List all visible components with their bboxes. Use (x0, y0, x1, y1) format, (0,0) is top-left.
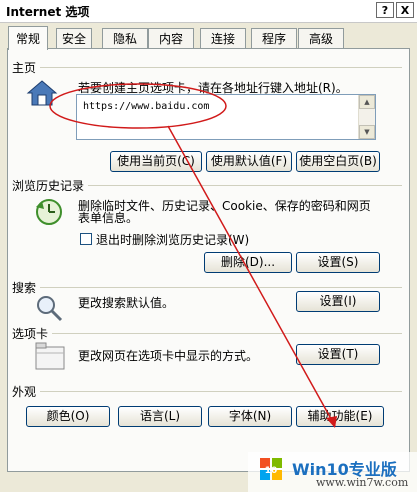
appearance-section-title: 外观 (12, 383, 41, 400)
watermark-logo-text: 10 (265, 466, 278, 476)
tab-general[interactable]: 常规 (8, 26, 48, 50)
tab-privacy[interactable]: 隐私 (102, 28, 148, 48)
magnifier-icon (37, 296, 63, 322)
home-icon (26, 80, 58, 106)
tabs-section-title: 选项卡 (12, 325, 53, 342)
homepage-section-title: 主页 (12, 59, 41, 76)
history-clock-icon (36, 199, 62, 225)
use-default-button[interactable]: 使用默认值(F) (206, 151, 292, 172)
site-watermark: 10 Win10专业版 www.win7w.com (248, 452, 417, 492)
tabbed-window-icon (35, 342, 65, 370)
tab-advanced[interactable]: 高级 (298, 28, 344, 48)
tab-security[interactable]: 安全 (56, 28, 92, 48)
scroll-up-arrow-icon[interactable]: ▲ (359, 95, 375, 109)
use-current-page-button[interactable]: 使用当前页(C) (110, 151, 202, 172)
window-title: Internet 选项 (6, 5, 90, 19)
history-description-line2: 表单信息。 (78, 211, 139, 225)
section-divider (12, 333, 402, 334)
scroll-down-arrow-icon[interactable]: ▼ (359, 125, 375, 139)
tab-connections[interactable]: 连接 (200, 28, 246, 48)
tab-content[interactable]: 内容 (148, 28, 194, 48)
languages-button[interactable]: 语言(L) (118, 406, 202, 427)
homepage-address-scrollbar[interactable]: ▲ ▼ (358, 95, 375, 139)
delete-history-button[interactable]: 删除(D)... (204, 252, 292, 273)
tab-programs[interactable]: 程序 (251, 28, 297, 48)
delete-history-on-exit-checkbox[interactable] (80, 233, 92, 245)
help-button[interactable]: ? (376, 2, 394, 18)
tabs-settings-button[interactable]: 设置(T) (296, 344, 380, 365)
fonts-button[interactable]: 字体(N) (208, 406, 292, 427)
homepage-address-input[interactable]: https://www.baidu.com ▲ ▼ (76, 94, 376, 140)
windows-logo-icon: 10 (260, 458, 282, 480)
use-blank-page-button[interactable]: 使用空白页(B) (296, 151, 380, 172)
general-tab-panel: 主页 若要创建主页选项卡，请在各地址行键入地址(R)。 https://www.… (7, 48, 410, 472)
title-bar: Internet 选项 ? X (0, 0, 417, 23)
section-divider (12, 287, 402, 288)
search-settings-button[interactable]: 设置(I) (296, 291, 380, 312)
history-settings-button[interactable]: 设置(S) (296, 252, 380, 273)
colors-button[interactable]: 颜色(O) (26, 406, 110, 427)
close-button[interactable]: X (396, 2, 414, 18)
section-divider (12, 391, 402, 392)
section-divider (12, 67, 402, 68)
accessibility-button[interactable]: 辅助功能(E) (296, 406, 384, 427)
history-section-title: 浏览历史记录 (12, 177, 89, 194)
delete-history-on-exit-label: 退出时删除浏览历史记录(W) (96, 233, 250, 247)
homepage-address-value: https://www.baidu.com (83, 101, 210, 112)
search-description: 更改搜索默认值。 (78, 296, 175, 310)
tabs-description: 更改网页在选项卡中显示的方式。 (78, 349, 259, 363)
watermark-url: www.win7w.com (316, 476, 409, 489)
